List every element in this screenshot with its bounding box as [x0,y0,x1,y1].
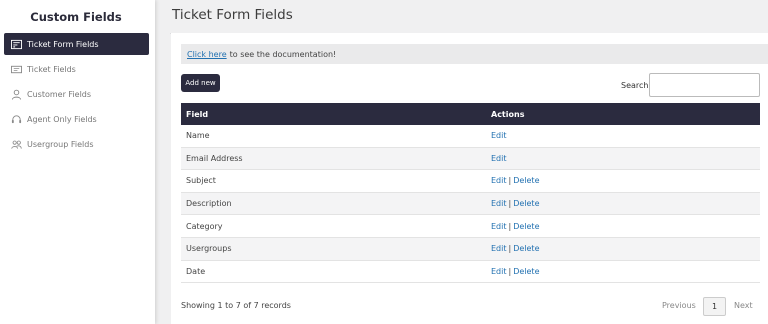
documentation-notice: Click here to see the documentation! [181,44,768,64]
edit-link[interactable]: Edit [491,222,507,231]
row-actions: Edit | Delete [485,267,760,276]
edit-link[interactable]: Edit [491,131,507,140]
search-input[interactable] [649,73,760,97]
row-actions: Edit | Delete [485,176,760,185]
edit-link[interactable]: Edit [491,154,507,163]
table-row: Description Edit | Delete [181,192,760,216]
headset-icon [10,113,22,125]
page-title: Ticket Form Fields [172,7,293,23]
edit-link[interactable]: Edit [491,267,507,276]
action-separator: | [508,244,512,254]
field-name: Date [186,266,206,276]
sidebar-item-label: Usergroup Fields [27,139,94,149]
table-row: Email Address Edit [181,147,760,171]
search-label: Search: [621,81,652,90]
sidebar-item-label: Ticket Fields [27,64,76,74]
user-icon [10,88,22,100]
row-actions: Edit [485,131,760,140]
field-name: Subject [186,176,216,186]
action-separator: | [508,176,512,186]
pagination-previous[interactable]: Previous [662,301,696,310]
delete-link[interactable]: Delete [513,222,539,231]
ticket-icon [10,63,22,75]
field-name: Email Address [186,153,243,163]
delete-link[interactable]: Delete [513,267,539,276]
edit-link[interactable]: Edit [491,244,507,253]
table-row: Date Edit | Delete [181,261,760,284]
field-name: Category [186,221,223,231]
sidebar-title: Custom Fields [30,10,122,24]
field-name: Usergroups [186,244,232,254]
sidebar-item-label: Ticket Form Fields [27,39,99,49]
table-row: Category Edit | Delete [181,215,760,238]
action-separator: | [508,199,512,209]
delete-link[interactable]: Delete [513,244,539,253]
documentation-text: to see the documentation! [229,49,337,59]
sidebar-item-label: Customer Fields [27,89,92,99]
action-separator: | [508,266,512,276]
pagination-next[interactable]: Next [734,301,753,310]
form-icon [10,38,22,50]
sidebar: Custom Fields Ticket Form Fields Ticket … [0,0,155,324]
table-row: Subject Edit | Delete [181,170,760,193]
users-icon [10,138,22,150]
column-header-actions: Actions [491,109,525,119]
sidebar-item-usergroup-fields[interactable]: Usergroup Fields [4,133,149,155]
row-actions: Edit | Delete [485,199,760,208]
row-actions: Edit | Delete [485,222,760,231]
row-actions: Edit | Delete [485,244,760,253]
sidebar-item-customer-fields[interactable]: Customer Fields [4,83,149,105]
add-new-button[interactable]: Add new [181,74,220,92]
column-header-field: Field [186,109,209,119]
field-name: Description [186,199,232,209]
documentation-link[interactable]: Click here [187,50,227,59]
action-separator: | [508,221,512,231]
sidebar-item-agent-only-fields[interactable]: Agent Only Fields [4,108,149,130]
delete-link[interactable]: Delete [513,199,539,208]
edit-link[interactable]: Edit [491,199,507,208]
pagination-page-1[interactable]: 1 [703,297,726,316]
edit-link[interactable]: Edit [491,176,507,185]
table-row: Usergroups Edit | Delete [181,237,760,261]
delete-link[interactable]: Delete [513,176,539,185]
sidebar-item-ticket-form-fields[interactable]: Ticket Form Fields [4,33,149,55]
fields-table: Field Actions Name Edit Email Address Ed… [181,103,760,284]
table-header: Field Actions [181,103,760,125]
table-row: Name Edit [181,125,760,148]
row-actions: Edit [485,154,760,163]
records-info: Showing 1 to 7 of 7 records [181,301,291,310]
sidebar-item-ticket-fields[interactable]: Ticket Fields [4,58,149,80]
sidebar-item-label: Agent Only Fields [27,114,97,124]
field-name: Name [186,131,210,141]
